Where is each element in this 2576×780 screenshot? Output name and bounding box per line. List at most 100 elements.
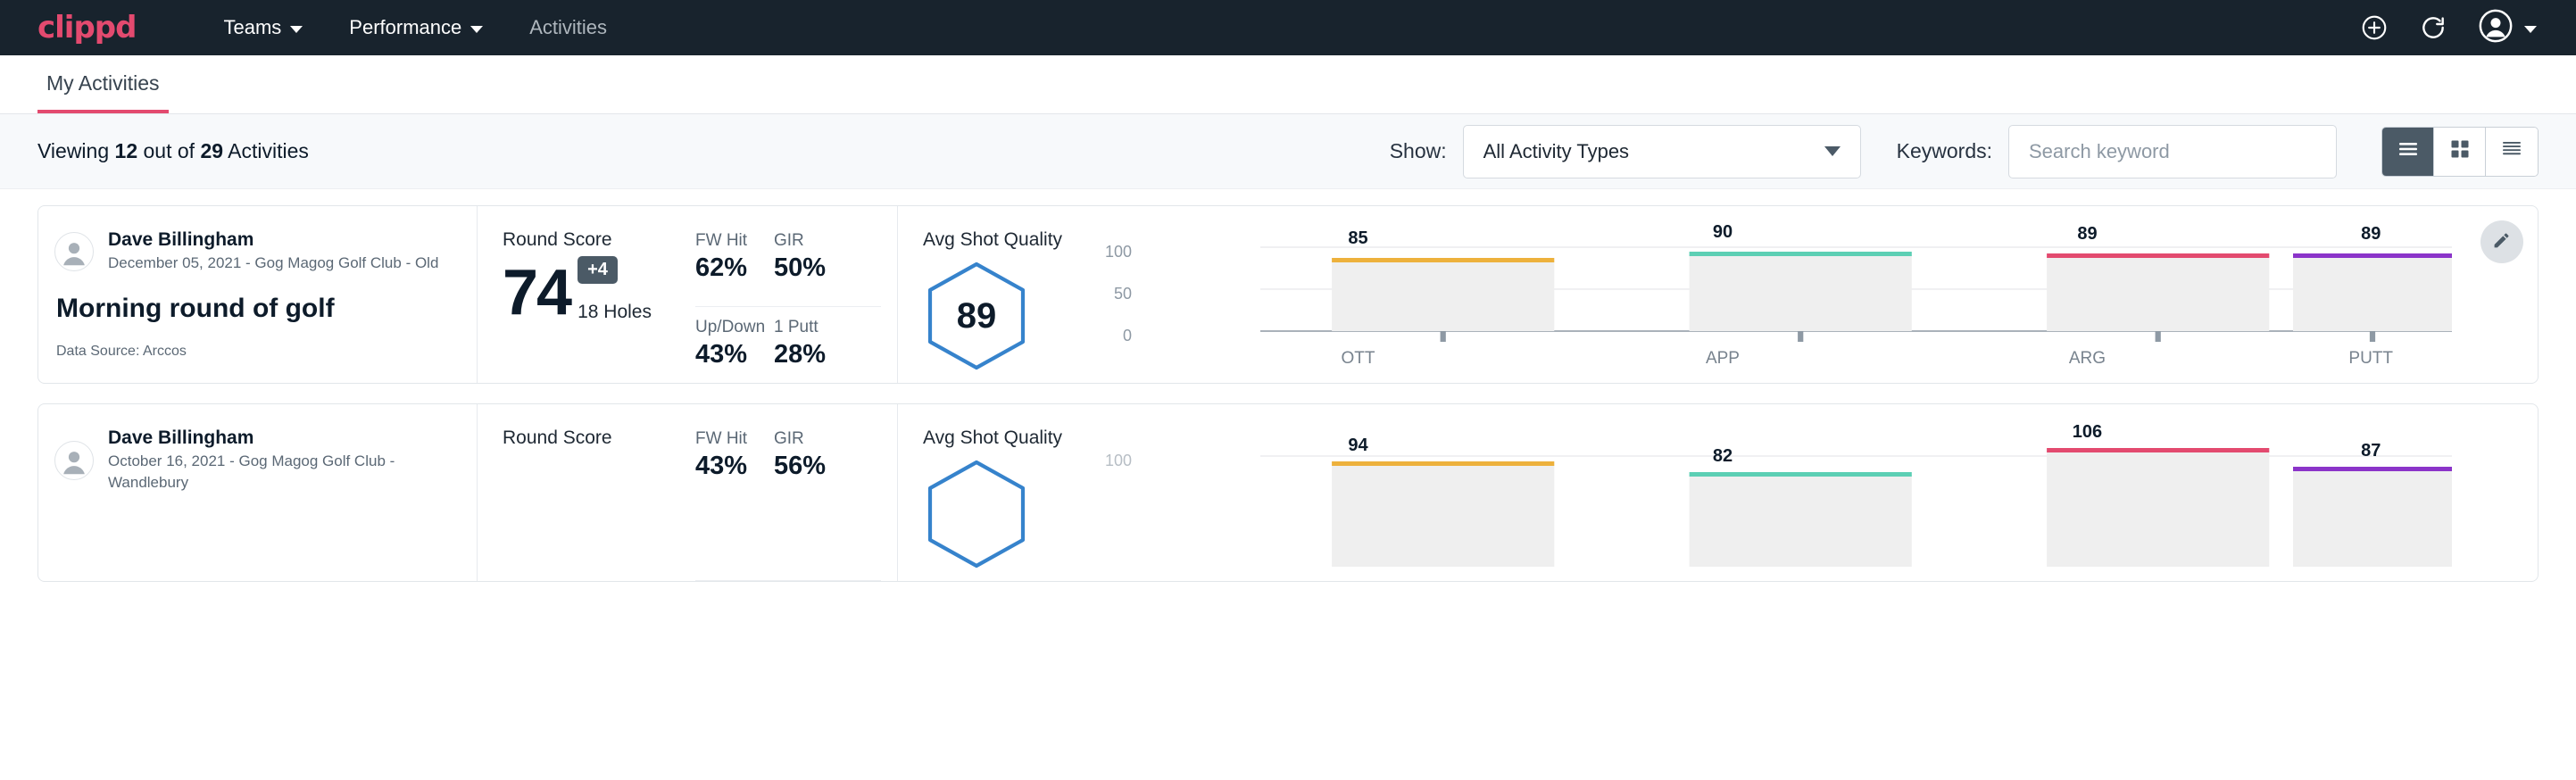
stat-up-down: Up/Down 43% — [695, 307, 774, 384]
round-score-value: 74 — [503, 262, 570, 323]
activity-scores: Round Score 74 +4 18 Holes FW Hit 62% GI… — [478, 206, 897, 383]
activity-author: Dave Billingham December 05, 2021 - Gog … — [54, 229, 477, 274]
activity-type-select-value: All Activity Types — [1483, 140, 1629, 163]
viewing-count: 12 — [115, 139, 138, 162]
stat-gir: GIR 50% — [774, 231, 881, 307]
shot-quality-bar-chart — [1101, 235, 2452, 369]
viewing-count-text: Viewing 12 out of 29 Activities — [37, 139, 309, 163]
stat-gir-value: 56% — [774, 452, 865, 481]
account-menu[interactable] — [2478, 8, 2537, 48]
avg-shot-quality-value: 89 — [923, 260, 1030, 372]
activity-meta: October 16, 2021 - Gog Magog Golf Club -… — [108, 451, 477, 494]
tab-my-activities[interactable]: My Activities — [37, 71, 169, 113]
grid-icon — [2448, 137, 2472, 165]
nav-item-teams-label: Teams — [223, 0, 281, 55]
filter-bar: Viewing 12 out of 29 Activities Show: Al… — [0, 114, 2576, 189]
nav-item-teams[interactable]: Teams — [200, 0, 326, 55]
stat-one-putt-value: 28% — [774, 340, 865, 369]
bar-app — [1690, 252, 1912, 342]
chevron-down-icon — [290, 26, 303, 33]
stat-gir-label: GIR — [774, 429, 865, 449]
activities-list: Dave Billingham December 05, 2021 - Gog … — [0, 189, 2576, 582]
chevron-down-icon — [2524, 26, 2537, 33]
page-tabbar: My Activities — [0, 55, 2576, 114]
round-stats: FW Hit 43% GIR 56% — [695, 427, 881, 581]
bar-arg — [2047, 253, 2269, 342]
activity-summary: Dave Billingham October 16, 2021 - Gog M… — [38, 404, 478, 581]
refresh-icon[interactable] — [2419, 13, 2447, 42]
stat-fw-hit-value: 43% — [695, 452, 758, 481]
nav-item-activities[interactable]: Activities — [506, 0, 630, 55]
bar-ott — [1332, 461, 1554, 567]
nav-item-performance[interactable]: Performance — [326, 0, 506, 55]
bar-ott — [1332, 258, 1554, 342]
activity-type-select[interactable]: All Activity Types — [1463, 125, 1861, 178]
compact-list-icon — [2499, 138, 2524, 164]
shot-quality-chart: 100 94 82 106 87 — [1101, 427, 2538, 581]
viewing-prefix: Viewing — [37, 139, 115, 162]
activity-card[interactable]: Dave Billingham December 05, 2021 - Gog … — [37, 205, 2539, 384]
round-score-block: Round Score — [503, 427, 695, 581]
bar-putt — [2293, 253, 2452, 342]
round-stats: FW Hit 62% GIR 50% Up/Down 43% 1 Putt 28… — [695, 229, 881, 383]
author-name: Dave Billingham — [108, 427, 477, 449]
holes-played: 18 Holes — [578, 302, 652, 323]
stat-fw-hit: FW Hit 62% — [695, 231, 774, 307]
round-score-block: Round Score 74 +4 18 Holes — [503, 229, 695, 383]
stat-one-putt-label: 1 Putt — [774, 318, 865, 337]
compact-view-button[interactable] — [2486, 128, 2538, 176]
plus-circle-icon[interactable] — [2360, 13, 2389, 42]
activity-summary: Dave Billingham December 05, 2021 - Gog … — [38, 206, 478, 383]
stat-fw-hit-value: 62% — [695, 253, 758, 283]
chevron-down-icon — [470, 26, 483, 33]
account-circle-icon — [2478, 8, 2514, 48]
tab-my-activities-label: My Activities — [46, 71, 160, 95]
view-mode-toggle — [2381, 127, 2539, 177]
round-score-label: Round Score — [503, 229, 695, 251]
search-input[interactable] — [2008, 125, 2337, 178]
list-icon — [2396, 138, 2421, 164]
navbar-actions — [2360, 8, 2537, 48]
primary-nav: Teams Performance Activities — [200, 0, 630, 55]
edit-activity-button[interactable] — [2480, 220, 2523, 263]
avg-shot-quality-label: Avg Shot Quality — [923, 427, 1101, 449]
keywords-label: Keywords: — [1897, 139, 1992, 163]
chevron-down-icon — [1824, 146, 1841, 156]
bar-arg — [2047, 448, 2269, 567]
nav-item-activities-label: Activities — [529, 0, 607, 55]
stat-fw-hit: FW Hit 43% — [695, 429, 774, 581]
activity-title: Morning round of golf — [56, 294, 477, 324]
stat-gir-label: GIR — [774, 231, 865, 251]
avatar — [54, 232, 94, 271]
author-name: Dave Billingham — [108, 229, 438, 251]
activity-data-source: Data Source: Arccos — [56, 344, 477, 360]
viewing-middle: out of — [137, 139, 200, 162]
list-view-button[interactable] — [2382, 128, 2434, 176]
avg-shot-quality-hexagon — [923, 458, 1030, 570]
activity-meta: December 05, 2021 - Gog Magog Golf Club … — [108, 253, 438, 274]
stat-up-down-value: 43% — [695, 340, 758, 369]
stat-fw-hit-label: FW Hit — [695, 429, 758, 449]
app-logo[interactable]: clippd — [37, 12, 136, 43]
viewing-suffix: Activities — [223, 139, 309, 162]
activity-card[interactable]: Dave Billingham October 16, 2021 - Gog M… — [37, 403, 2539, 582]
score-to-par-badge: +4 — [578, 256, 618, 284]
avg-shot-quality-label: Avg Shot Quality — [923, 229, 1101, 251]
stat-fw-hit-label: FW Hit — [695, 231, 758, 251]
avatar — [54, 441, 94, 480]
bar-app — [1690, 472, 1912, 567]
stat-gir-value: 50% — [774, 253, 865, 283]
stat-up-down-label: Up/Down — [695, 318, 758, 337]
bar-putt — [2293, 467, 2452, 567]
pencil-icon — [2491, 229, 2513, 255]
shot-quality-bar-chart — [1101, 433, 2452, 567]
avg-shot-quality-hexagon: 89 — [923, 260, 1030, 372]
stat-one-putt: 1 Putt 28% — [774, 307, 881, 384]
grid-view-button[interactable] — [2434, 128, 2486, 176]
show-label: Show: — [1390, 139, 1447, 163]
stat-gir: GIR 56% — [774, 429, 881, 581]
activity-author: Dave Billingham October 16, 2021 - Gog M… — [54, 427, 477, 494]
round-score-label: Round Score — [503, 427, 695, 449]
filter-controls: Show: All Activity Types Keywords: — [1390, 125, 2539, 178]
shot-quality-chart: 100 50 0 85 90 89 89 OTT APP ARG PUTT — [1101, 229, 2538, 383]
